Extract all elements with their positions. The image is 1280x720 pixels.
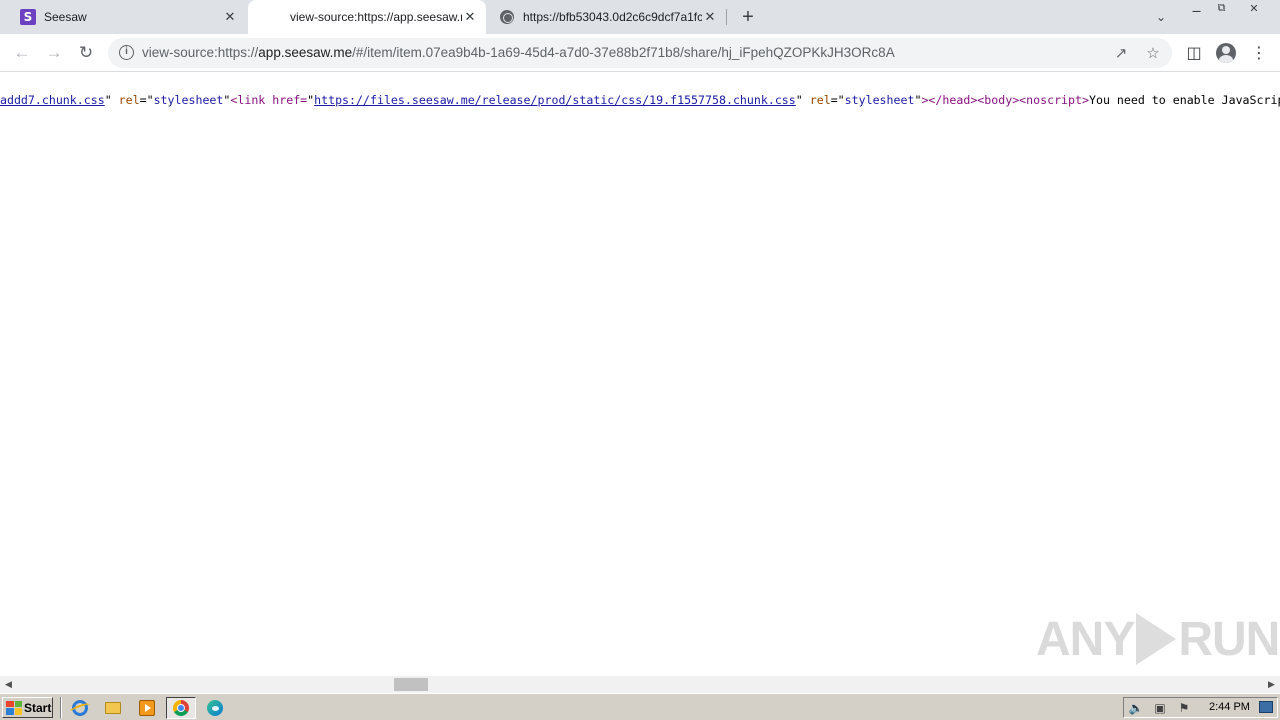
system-tray: 🔈 ▣ ⚑ 2:44 PM — [1123, 697, 1278, 718]
source-view: 6addd7.chunk.css" rel="stylesheet"<link … — [0, 73, 1280, 676]
seesaw-logo-icon: S — [20, 9, 36, 25]
tab-search-chevron-down-icon[interactable]: ⌄ — [1152, 8, 1170, 26]
taskbar: Start 🔈 ▣ ⚑ 2:44 PM — [0, 693, 1280, 720]
scrollbar-thumb[interactable] — [394, 678, 428, 691]
side-panel-icon[interactable]: ◫ — [1184, 43, 1204, 63]
tab-strip: S Seesaw ✕ view-source:https://app.seesa… — [0, 0, 1280, 34]
clock[interactable]: 2:44 PM — [1209, 701, 1250, 713]
windows-logo-icon — [6, 700, 22, 715]
tab-title: view-source:https://app.seesaw.me — [290, 10, 462, 24]
scroll-right-icon[interactable]: ▶ — [1263, 676, 1280, 693]
close-icon[interactable]: ✕ — [222, 9, 238, 25]
window-controls: ⚊ ⧉ ✕ — [1184, 0, 1274, 16]
action-center-flag-icon[interactable]: ⚑ — [1177, 701, 1191, 715]
forward-arrow-icon[interactable]: → — [44, 43, 64, 63]
tab-title: https://bfb53043.0d2c6c9dcf7a1fc6 — [523, 10, 702, 24]
tab-separator — [726, 9, 727, 25]
site-info-icon[interactable]: i — [119, 45, 134, 60]
media-player-icon[interactable] — [135, 697, 159, 719]
profile-avatar-icon[interactable] — [1216, 43, 1236, 63]
tab-view-source[interactable]: view-source:https://app.seesaw.me ✕ — [248, 0, 486, 34]
horizontal-scrollbar[interactable]: ◀ ▶ — [0, 676, 1280, 693]
tab-seesaw[interactable]: S Seesaw ✕ — [0, 0, 246, 34]
source-line: 6addd7.chunk.css" rel="stylesheet"<link … — [0, 93, 1280, 107]
close-icon[interactable]: ✕ — [462, 9, 478, 25]
url-text[interactable]: view-source:https://app.seesaw.me/#/item… — [142, 45, 895, 60]
play-icon — [1136, 613, 1177, 665]
source-link[interactable]: 6addd7.chunk.css — [0, 93, 105, 107]
internet-explorer-icon[interactable] — [68, 697, 92, 719]
edge-icon[interactable] — [203, 697, 227, 719]
file-explorer-icon[interactable] — [101, 697, 125, 719]
minimize-icon[interactable]: ⚊ — [1184, 0, 1209, 16]
close-icon[interactable]: ✕ — [702, 9, 718, 25]
tab-no-favicon — [266, 9, 282, 25]
network-icon[interactable]: ▣ — [1153, 701, 1167, 715]
share-icon[interactable]: ↗ — [1112, 44, 1130, 62]
tab-bfb53043[interactable]: https://bfb53043.0d2c6c9dcf7a1fc6 ✕ — [486, 0, 726, 34]
menu-kebab-icon[interactable]: ⋮ — [1249, 43, 1269, 63]
reload-icon[interactable]: ↻ — [76, 43, 96, 63]
restore-icon[interactable]: ⧉ — [1209, 0, 1234, 16]
browser-toolbar: ← → ↻ i view-source:https://app.seesaw.m… — [0, 34, 1280, 72]
source-link[interactable]: https://files.seesaw.me/release/prod/sta… — [314, 93, 796, 107]
tab-title: Seesaw — [44, 10, 87, 24]
scroll-left-icon[interactable]: ◀ — [0, 676, 17, 693]
globe-icon — [499, 9, 515, 25]
show-desktop-icon[interactable] — [1259, 701, 1273, 713]
back-arrow-icon[interactable]: ← — [12, 43, 32, 63]
start-button[interactable]: Start — [2, 697, 53, 718]
bookmark-star-icon[interactable]: ☆ — [1144, 44, 1162, 62]
close-window-icon[interactable]: ✕ — [1234, 0, 1274, 16]
anyrun-watermark: ANY RUN — [1036, 612, 1280, 666]
taskbar-divider — [60, 697, 62, 718]
volume-icon[interactable]: 🔈 — [1129, 701, 1144, 715]
new-tab-button[interactable]: + — [738, 6, 758, 28]
chrome-icon[interactable] — [166, 697, 196, 719]
address-bar[interactable]: i view-source:https://app.seesaw.me/#/it… — [108, 38, 1172, 68]
